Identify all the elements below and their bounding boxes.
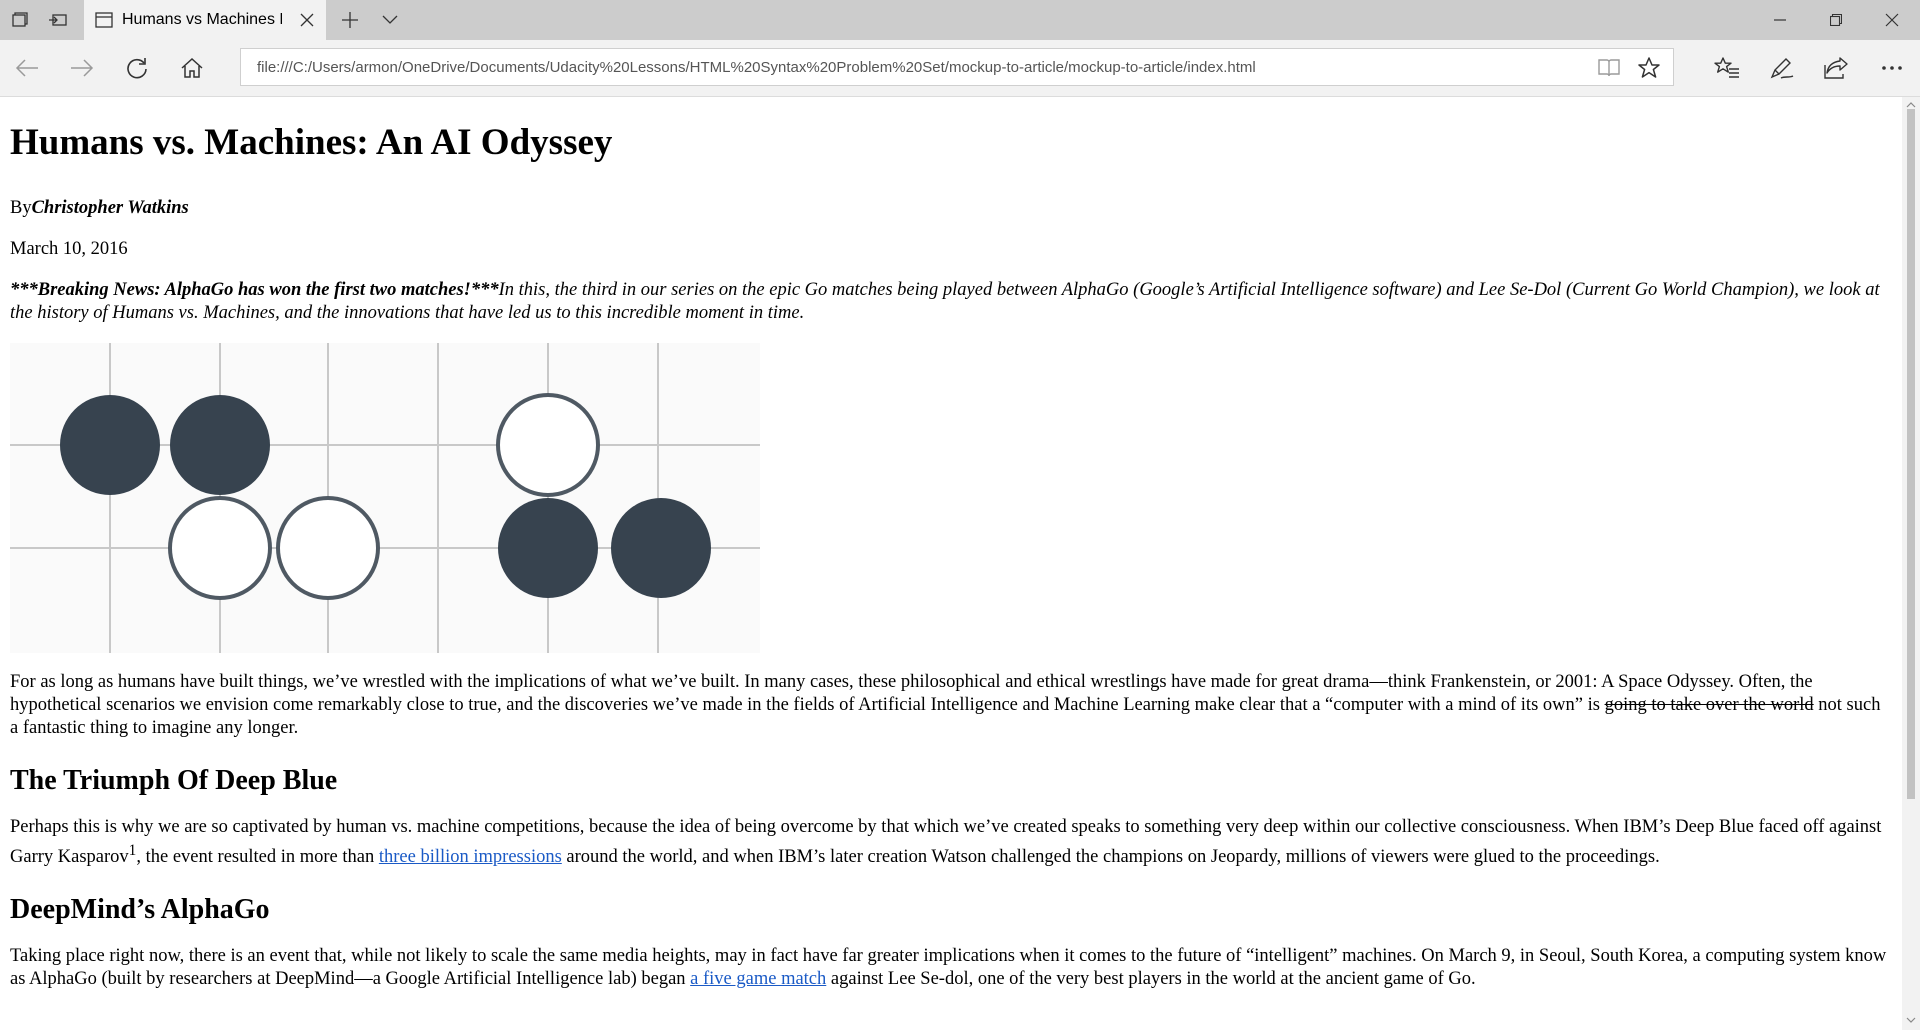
more-icon[interactable] (1876, 52, 1908, 84)
white-stone (276, 496, 380, 600)
refresh-icon[interactable] (121, 52, 153, 84)
paragraph-3: Taking place right now, there is an even… (10, 946, 1887, 990)
paragraph-2: Perhaps this is why we are so captivated… (10, 817, 1882, 868)
article: Humans vs. Machines: An AI Odyssey ByChr… (0, 121, 1902, 991)
black-stone (611, 498, 711, 598)
byline: ByChristopher Watkins (10, 197, 1892, 220)
chevron-down-icon[interactable] (378, 8, 402, 32)
white-stone (168, 496, 272, 600)
intro-paragraph: ***Breaking News: AlphaGo has won the fi… (10, 279, 1892, 325)
byline-prefix: By (10, 198, 32, 218)
black-stone (60, 395, 160, 495)
paragraph-1: For as long as humans have built things,… (10, 672, 1881, 738)
back-arrow-icon[interactable] (11, 52, 43, 84)
close-window-icon[interactable] (1864, 0, 1920, 40)
five-game-match-link[interactable]: a five game match (690, 969, 826, 989)
restore-icon[interactable] (1808, 0, 1864, 40)
address-bar[interactable]: file:///C:/Users/armon/OneDrive/Document… (240, 48, 1674, 86)
page-icon (94, 10, 114, 30)
tab-bar: Humans vs Machines Bl (0, 0, 1920, 40)
black-stone (170, 395, 270, 495)
tab-active[interactable]: Humans vs Machines Bl (84, 0, 326, 40)
publish-date: March 10, 2016 (10, 239, 128, 259)
close-tab-icon[interactable] (296, 9, 318, 31)
section-heading-alphago: DeepMind’s AlphaGo (10, 894, 270, 926)
new-tab-icon[interactable] (338, 8, 362, 32)
section-heading-deep-blue: The Triumph Of Deep Blue (10, 765, 338, 796)
vertical-scrollbar[interactable] (1902, 97, 1920, 1030)
pen-icon[interactable] (1766, 52, 1798, 84)
home-icon[interactable] (176, 52, 208, 84)
scroll-down-icon[interactable] (1905, 1014, 1917, 1026)
scrollbar-thumb[interactable] (1907, 109, 1915, 799)
favorites-hub-icon[interactable] (1711, 52, 1743, 84)
impressions-link[interactable]: three billion impressions (379, 847, 562, 867)
share-icon[interactable] (1820, 52, 1852, 84)
tabs-aside-icon[interactable] (8, 8, 32, 32)
breaking-news: ***Breaking News: AlphaGo has won the fi… (10, 280, 499, 300)
article-title: Humans vs. Machines: An AI Odyssey (10, 122, 613, 163)
set-aside-tabs-icon[interactable] (46, 8, 70, 32)
strikethrough-text: going to take over the world (1604, 695, 1814, 715)
go-board-image (10, 343, 760, 653)
reading-view-icon[interactable] (1597, 56, 1621, 80)
star-icon[interactable] (1637, 56, 1661, 80)
black-stone (498, 498, 598, 598)
author-name: Christopher Watkins (31, 198, 189, 218)
white-stone (496, 393, 600, 497)
navigation-bar: file:///C:/Users/armon/OneDrive/Document… (0, 40, 1920, 97)
address-text[interactable]: file:///C:/Users/armon/OneDrive/Document… (257, 59, 1587, 76)
forward-arrow-icon[interactable] (66, 52, 98, 84)
minimize-icon[interactable] (1752, 0, 1808, 40)
tab-title: Humans vs Machines Bl (122, 11, 282, 28)
page-viewport: Humans vs. Machines: An AI Odyssey ByChr… (0, 97, 1902, 1030)
